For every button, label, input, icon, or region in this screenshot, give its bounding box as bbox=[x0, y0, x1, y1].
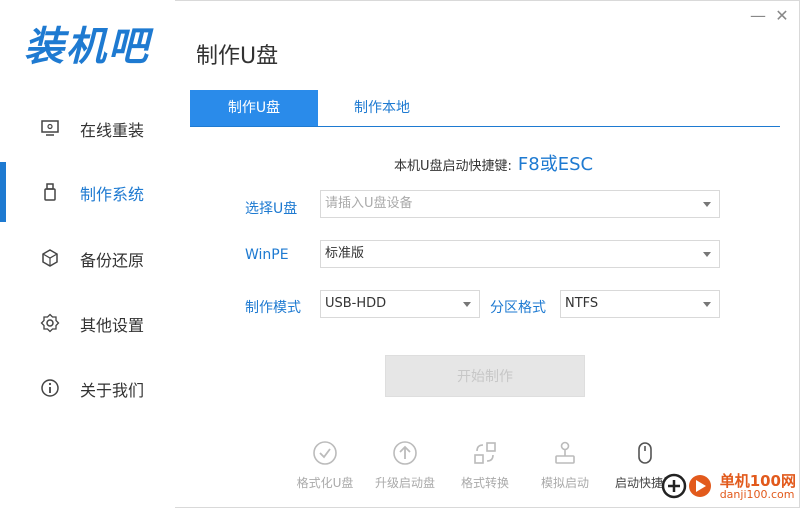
sidebar-item-about-us[interactable]: 关于我们 bbox=[0, 364, 175, 412]
tool-label: 格式转换 bbox=[460, 476, 509, 490]
start-make-button[interactable]: 开始制作 bbox=[385, 355, 585, 397]
mode-label: 制作模式 bbox=[245, 300, 301, 316]
sidebar-item-label: 制作系统 bbox=[80, 185, 145, 204]
close-button[interactable]: ✕ bbox=[772, 6, 792, 26]
upload-circle-icon bbox=[370, 440, 440, 466]
tab-make-usb[interactable]: 制作U盘 bbox=[190, 90, 318, 126]
chevron-down-icon bbox=[703, 252, 711, 257]
gear-icon bbox=[40, 313, 60, 333]
winpe-select[interactable]: 标准版 bbox=[320, 240, 720, 268]
partition-value: NTFS bbox=[565, 296, 599, 311]
sidebar-item-make-system[interactable]: 制作系统 bbox=[0, 162, 175, 222]
mode-value: USB-HDD bbox=[325, 296, 387, 311]
shortcut-keys: F8或ESC bbox=[517, 154, 594, 175]
usb-drive-icon bbox=[40, 182, 60, 202]
tool-format-convert[interactable]: 格式转换 bbox=[450, 440, 520, 491]
sidebar-item-label: 备份还原 bbox=[80, 251, 145, 270]
tab-make-local[interactable]: 制作本地 bbox=[318, 90, 446, 126]
joystick-icon bbox=[530, 440, 600, 466]
watermark-title: 单机100网 bbox=[719, 472, 796, 490]
cube-icon bbox=[40, 248, 60, 268]
sidebar-item-label: 其他设置 bbox=[80, 316, 145, 335]
page-title: 制作U盘 bbox=[196, 44, 279, 69]
winpe-label: WinPE bbox=[245, 247, 289, 263]
winpe-value: 标准版 bbox=[325, 246, 365, 261]
chevron-down-icon bbox=[463, 302, 471, 307]
sidebar: 装机吧 在线重装 制作系统 备份还原 其他设置 关于我们 bbox=[0, 0, 175, 508]
chevron-down-icon bbox=[703, 202, 711, 207]
convert-icon bbox=[450, 440, 520, 466]
check-circle-icon bbox=[290, 440, 360, 466]
shortcut-hint: 本机U盘启动快捷键: F8或ESC bbox=[394, 150, 593, 176]
tool-upgrade-boot[interactable]: 升级启动盘 bbox=[370, 440, 440, 491]
mouse-icon bbox=[610, 440, 680, 466]
tab-bar: 制作U盘 制作本地 bbox=[190, 90, 780, 127]
sidebar-item-backup-restore[interactable]: 备份还原 bbox=[0, 234, 175, 282]
usb-device-select[interactable]: 请插入U盘设备 bbox=[320, 190, 720, 218]
chevron-down-icon bbox=[703, 302, 711, 307]
app-logo: 装机吧 bbox=[24, 24, 150, 70]
shortcut-text: 本机U盘启动快捷键: bbox=[394, 159, 512, 174]
sidebar-item-other-settings[interactable]: 其他设置 bbox=[0, 299, 175, 347]
active-indicator bbox=[0, 162, 6, 222]
tool-label: 格式化U盘 bbox=[296, 476, 354, 490]
tool-format-usb[interactable]: 格式化U盘 bbox=[290, 440, 360, 491]
select-usb-label: 选择U盘 bbox=[245, 201, 298, 217]
watermark-logo-icon bbox=[660, 471, 716, 505]
partition-label: 分区格式 bbox=[490, 300, 546, 316]
minimize-button[interactable]: — bbox=[748, 6, 768, 26]
watermark-url: danji100.com bbox=[719, 488, 795, 501]
info-icon bbox=[40, 378, 60, 398]
mode-select[interactable]: USB-HDD bbox=[320, 290, 480, 318]
monitor-icon bbox=[40, 118, 60, 138]
watermark: 单机100网 danji100.com bbox=[660, 472, 796, 504]
partition-select[interactable]: NTFS bbox=[560, 290, 720, 318]
tool-label: 模拟启动 bbox=[540, 476, 589, 490]
sidebar-item-label: 在线重装 bbox=[80, 121, 145, 140]
sidebar-item-online-reinstall[interactable]: 在线重装 bbox=[0, 104, 175, 152]
usb-device-placeholder: 请插入U盘设备 bbox=[325, 196, 413, 211]
sidebar-item-label: 关于我们 bbox=[80, 381, 145, 400]
tool-simulate-boot[interactable]: 模拟启动 bbox=[530, 440, 600, 491]
tool-label: 升级启动盘 bbox=[374, 476, 435, 490]
